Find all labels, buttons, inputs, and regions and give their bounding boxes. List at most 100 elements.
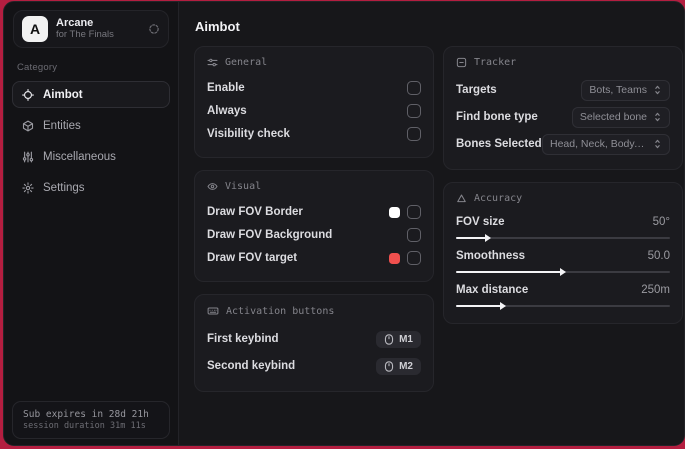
tracker-card-header: Tracker [456,57,670,68]
row-label: Draw FOV Background [207,229,333,241]
app-window: A Arcane for The Finals Category Aimbot [3,1,685,446]
targets-dropdown[interactable]: Bots, Teams [581,79,670,101]
max-distance-slider[interactable] [456,302,670,310]
unfold-icon [653,112,662,122]
target-frame-icon [456,57,467,68]
visibility-check-checkbox[interactable] [407,127,421,141]
toggle-row-fov-target: Draw FOV target [207,247,421,269]
always-checkbox[interactable] [407,104,421,118]
keybind-row-first: First keybind M1 [207,326,421,352]
toggle-row-enable: Enable [207,77,421,99]
sidebar-item-label: Miscellaneous [43,150,116,163]
sliders-icon [22,151,34,163]
profile-text: Arcane for The Finals [56,17,140,41]
row-label: Draw FOV Border [207,206,303,218]
page-title: Aimbot [195,19,240,34]
second-keybind-button[interactable]: M2 [376,357,421,375]
activation-card: Activation buttons First keybind M1 Seco… [194,294,434,392]
sidebar-item-aimbot[interactable]: Aimbot [12,81,170,108]
toggle-row-visibility-check: Visibility check [207,123,421,145]
bones-selected-dropdown[interactable]: Head, Neck, Body, Pe.. [542,133,670,155]
smoothness-value: 50.0 [647,250,670,262]
dropdown-row-targets: Targets Bots, Teams [456,77,670,103]
sidebar-item-entities[interactable]: Entities [12,112,170,139]
mouse-icon [384,360,394,372]
keybind-row-second: Second keybind M2 [207,353,421,379]
keybind-value: M1 [399,333,413,345]
app-subtitle: for The Finals [56,28,114,40]
subscription-info: Sub expires in 28d 21h session duration … [12,401,170,439]
row-label: Draw FOV target [207,252,298,264]
activation-card-title: Activation buttons [226,305,335,317]
sidebar-nav: Aimbot Entities Miscellaneous Settings [4,81,178,203]
row-label: FOV size [456,216,505,228]
slider-row-fov-size: FOV size 50° [456,213,670,242]
fov-border-color-swatch[interactable] [389,206,400,218]
slider-fill [456,234,491,242]
dropdown-value: Bots, Teams [589,84,647,96]
row-label: Targets [456,84,497,96]
row-label: Visibility check [207,128,290,140]
row-label: First keybind [207,333,279,345]
fov-size-slider[interactable] [456,234,670,242]
keybind-value: M2 [399,360,413,372]
unfold-icon [653,139,662,149]
fov-target-color-swatch[interactable] [389,252,400,264]
smoothness-slider[interactable] [456,268,670,276]
toggle-row-fov-border: Draw FOV Border [207,201,421,223]
row-label: Find bone type [456,111,538,123]
keyboard-icon [207,305,219,317]
triangle-icon [456,193,467,204]
toggle-row-always: Always [207,100,421,122]
fov-target-checkbox[interactable] [407,251,421,265]
dropdown-row-bones-selected: Bones Selected Head, Neck, Body, Pe.. [456,131,670,157]
general-card: General Enable Always Visibility check [194,46,434,158]
sidebar-item-miscellaneous[interactable]: Miscellaneous [12,143,170,170]
sub-expiry-text: Sub expires in 28d 21h [23,409,149,420]
profile-card: A Arcane for The Finals [13,10,169,48]
unfold-icon [653,85,662,95]
session-duration-text: session duration 31m 11s [23,421,146,431]
enable-checkbox[interactable] [407,81,421,95]
crosshair-icon [22,88,34,101]
slider-row-max-distance: Max distance 250m [456,281,670,310]
dropdown-row-find-bone-type: Find bone type Selected bone [456,104,670,130]
app-logo: A [22,16,48,42]
toggle-row-fov-background: Draw FOV Background [207,224,421,246]
find-bone-type-dropdown[interactable]: Selected bone [571,106,670,128]
visual-card-header: Visual [207,181,421,192]
tracker-card: Tracker Targets Bots, Teams Find bone ty… [443,46,683,170]
sync-icon[interactable] [148,23,160,35]
gear-icon [22,181,34,194]
main-panel: Aimbot General Enable Always Visibility … [179,2,684,445]
sidebar-item-label: Entities [43,119,81,132]
mouse-icon [384,333,394,345]
fov-background-checkbox[interactable] [407,228,421,242]
slider-fill [456,268,566,276]
slider-row-smoothness: Smoothness 50.0 [456,247,670,276]
sidebar-item-label: Settings [43,181,85,194]
slider-fill [456,302,506,310]
dropdown-value: Selected bone [579,111,647,123]
sidebar-item-label: Aimbot [43,88,83,101]
accuracy-card: Accuracy FOV size 50° Smoothness 50.0 Ma… [443,182,683,324]
row-label: Bones Selected [456,138,542,150]
app-name: Arcane [56,17,94,30]
general-card-header: General [207,57,421,68]
dropdown-value: Head, Neck, Body, Pe.. [550,138,647,150]
tracker-card-title: Tracker [474,57,517,68]
row-label: Second keybind [207,360,296,372]
sidebar-item-settings[interactable]: Settings [12,174,170,201]
row-label: Smoothness [456,250,526,262]
accuracy-card-header: Accuracy [456,193,670,204]
row-label: Enable [207,82,245,94]
first-keybind-button[interactable]: M1 [376,330,421,348]
accuracy-card-title: Accuracy [474,193,523,204]
fov-size-value: 50° [652,216,670,228]
sliders-horizontal-icon [207,57,218,68]
sidebar: A Arcane for The Finals Category Aimbot [4,2,179,445]
activation-card-header: Activation buttons [207,305,421,317]
fov-border-checkbox[interactable] [407,205,421,219]
row-label: Always [207,105,247,117]
visual-card-title: Visual [225,181,262,192]
